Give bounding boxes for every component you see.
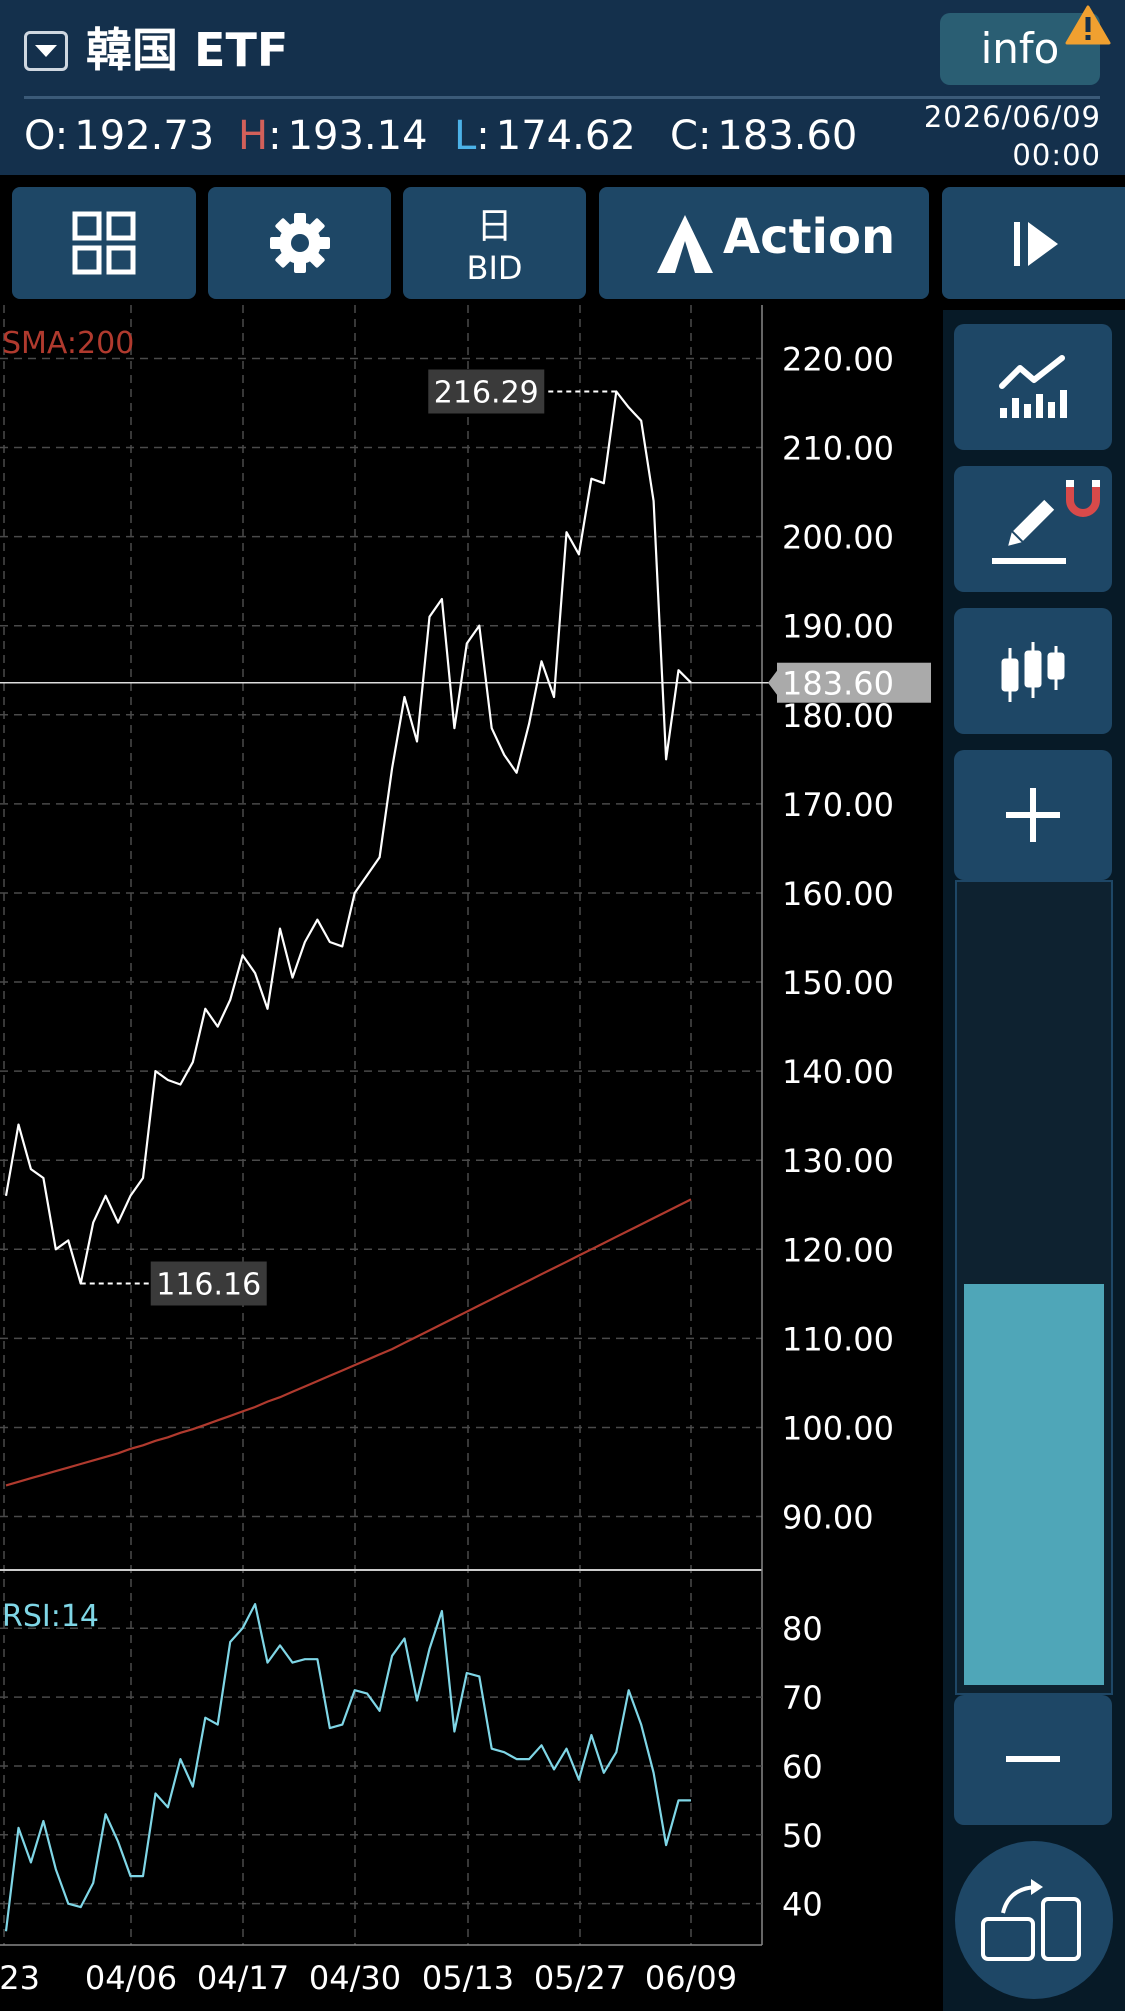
y-axis-tick-label: 150.00 — [782, 964, 894, 1002]
low-value-label: 116.16 — [156, 1268, 261, 1303]
grid-icon — [72, 211, 136, 275]
timeframe-button[interactable]: 日 BID — [403, 187, 586, 299]
action-triangle-icon — [657, 215, 713, 273]
y-axis-tick-label: 120.00 — [782, 1231, 894, 1269]
header-bar: 韓国 ETF info O: 192.73 H: 193.14 L: 174.62 C… — [0, 0, 1125, 175]
sma-200-line — [5, 1198, 692, 1487]
y-axis-tick-label: 110.00 — [782, 1320, 894, 1358]
x-axis-tick-label: 06/09 — [645, 1959, 737, 1997]
y-axis-tick-label: 200.00 — [782, 519, 894, 557]
chart-area[interactable]: 220.00210.00200.00190.00180.00170.00160.… — [0, 305, 943, 2011]
magnet-icon — [1066, 480, 1100, 517]
indicator-button[interactable] — [954, 324, 1112, 450]
zoom-out-button[interactable] — [954, 1695, 1112, 1825]
candlestick-icon — [1001, 642, 1065, 702]
high-value-label: 216.29 — [434, 376, 539, 411]
current-price-pointer — [768, 670, 777, 695]
rsi-axis-tick-label: 40 — [782, 1886, 823, 1924]
rsi-axis-tick-label: 80 — [782, 1610, 823, 1648]
zoom-in-button[interactable] — [954, 750, 1112, 880]
y-axis-tick-label: 140.00 — [782, 1053, 894, 1091]
timeframe-label: 日 — [476, 206, 513, 247]
y-axis-tick-label: 170.00 — [782, 786, 894, 824]
rsi-axis-tick-label: 50 — [782, 1817, 823, 1855]
settings-button[interactable] — [208, 187, 391, 299]
rotate-screen-icon — [981, 1879, 1081, 1961]
x-axis-tick-label: 04/06 — [85, 1959, 177, 1997]
symbol-dropdown-button[interactable] — [24, 31, 68, 71]
action-button[interactable]: Action — [599, 187, 929, 299]
y-axis-tick-label: 100.00 — [782, 1409, 894, 1447]
y-axis-tick-label: 90.00 — [782, 1499, 874, 1537]
y-axis-tick-label: 220.00 — [782, 340, 894, 378]
rotate-screen-button[interactable] — [955, 1841, 1113, 1999]
step-forward-button[interactable] — [942, 187, 1125, 299]
drawing-tool-button[interactable] — [954, 466, 1112, 592]
y-axis-tick-label: 160.00 — [782, 875, 894, 913]
warning-icon — [1065, 5, 1111, 45]
play-step-icon — [1014, 222, 1058, 266]
x-axis-tick-label: 05/27 — [534, 1959, 626, 1997]
x-axis-tick-label: 04/30 — [309, 1959, 401, 1997]
chart-type-button[interactable] — [954, 608, 1112, 734]
rsi-14-line — [4, 1602, 691, 1932]
zoom-slider-fill — [964, 1283, 1104, 1685]
rsi-axis-tick-label: 70 — [782, 1679, 823, 1717]
ohlc-open: O: 192.73 — [24, 113, 215, 159]
y-axis-tick-label: 130.00 — [782, 1142, 894, 1180]
ohlc-close: C: 183.60 — [670, 113, 858, 159]
gear-icon — [270, 213, 330, 273]
drawing-pen-icon — [992, 499, 1066, 564]
symbol-name[interactable]: 韓国 ETF — [86, 18, 288, 82]
timestamp-time: 00:00 — [1012, 138, 1101, 172]
rsi-legend-label: RSI:14 — [2, 1599, 99, 1634]
header-divider — [24, 96, 1100, 99]
zoom-slider[interactable] — [955, 880, 1113, 1695]
zoom-out-icon — [1006, 1756, 1060, 1762]
x-axis-tick-label: 05/13 — [422, 1959, 514, 1997]
sma-legend-label: SMA:200 — [2, 326, 134, 361]
chevron-down-icon — [35, 45, 57, 57]
toolbar: 日 BID Action — [0, 175, 1125, 305]
layout-grid-button[interactable] — [12, 187, 196, 299]
price-type-label: BID — [466, 249, 523, 287]
x-axis-tick-label: 04/17 — [197, 1959, 289, 1997]
indicator-chart-icon — [999, 355, 1067, 418]
action-label: Action — [723, 209, 896, 265]
rsi-axis-tick-label: 60 — [782, 1748, 823, 1786]
price-line — [4, 390, 692, 1285]
ohlc-low: L: 174.62 — [454, 113, 636, 159]
y-axis-tick-label: 190.00 — [782, 608, 894, 646]
ohlc-high: H: 193.14 — [238, 113, 428, 159]
current-price-label: 183.60 — [782, 665, 894, 703]
y-axis-tick-label: 210.00 — [782, 430, 894, 468]
x-axis-tick-label: 3/23 — [0, 1959, 40, 1997]
zoom-in-icon — [1006, 788, 1060, 842]
timestamp-date: 2026/06/09 — [923, 100, 1101, 134]
